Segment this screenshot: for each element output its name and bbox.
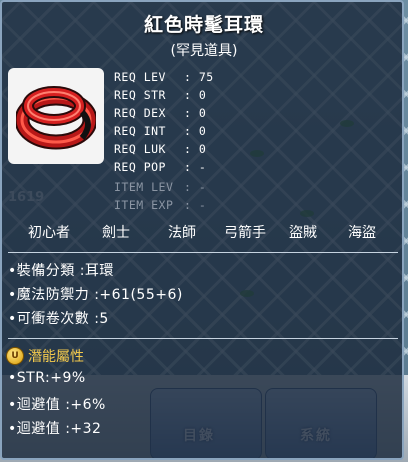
job-beginner: 初心者 <box>28 225 70 241</box>
potential-line-2: •迴避值 :+6% <box>8 397 106 413</box>
item-tooltip: 紅色時髦耳環 (罕見道具) REQ LEV: 75 REQ STR: 0 REQ… <box>0 0 404 460</box>
req-pop: REQ POP: - <box>114 160 207 174</box>
job-bowman: 弓箭手 <box>224 225 266 241</box>
magic-defense: •魔法防禦力 :+61(55+6) <box>8 287 183 303</box>
item-level: ITEM LEV: - <box>114 180 207 194</box>
req-str: REQ STR: 0 <box>114 88 207 102</box>
job-thief: 盜賊 <box>289 225 317 241</box>
job-pirate: 海盜 <box>348 225 376 241</box>
req-level: REQ LEV: 75 <box>114 70 214 84</box>
job-warrior: 劍士 <box>102 225 130 241</box>
job-magician: 法師 <box>168 225 196 241</box>
potential-rank-icon: U <box>6 347 24 365</box>
req-dex: REQ DEX: 0 <box>114 106 207 120</box>
item-icon-frame <box>8 68 104 164</box>
potential-label: 潛能屬性 <box>28 349 84 365</box>
equip-category: •裝備分類 :耳環 <box>8 263 114 279</box>
req-int: REQ INT: 0 <box>114 124 207 138</box>
item-name: 紅色時髦耳環 <box>143 14 264 36</box>
red-earring-icon <box>16 86 96 150</box>
item-exp: ITEM EXP: - <box>114 198 207 212</box>
job-list: 初心者 劍士 法師 弓箭手 盜賊 海盜 <box>2 222 406 242</box>
potential-line-1: •STR:+9% <box>8 370 86 386</box>
item-rarity: (罕見道具) <box>170 43 238 59</box>
upgrade-slots: •可衝卷次數 :5 <box>8 311 109 327</box>
divider <box>8 252 398 253</box>
potential-line-3: •迴避值 :+32 <box>8 421 102 437</box>
req-luk: REQ LUK: 0 <box>114 142 207 156</box>
divider <box>8 338 398 339</box>
